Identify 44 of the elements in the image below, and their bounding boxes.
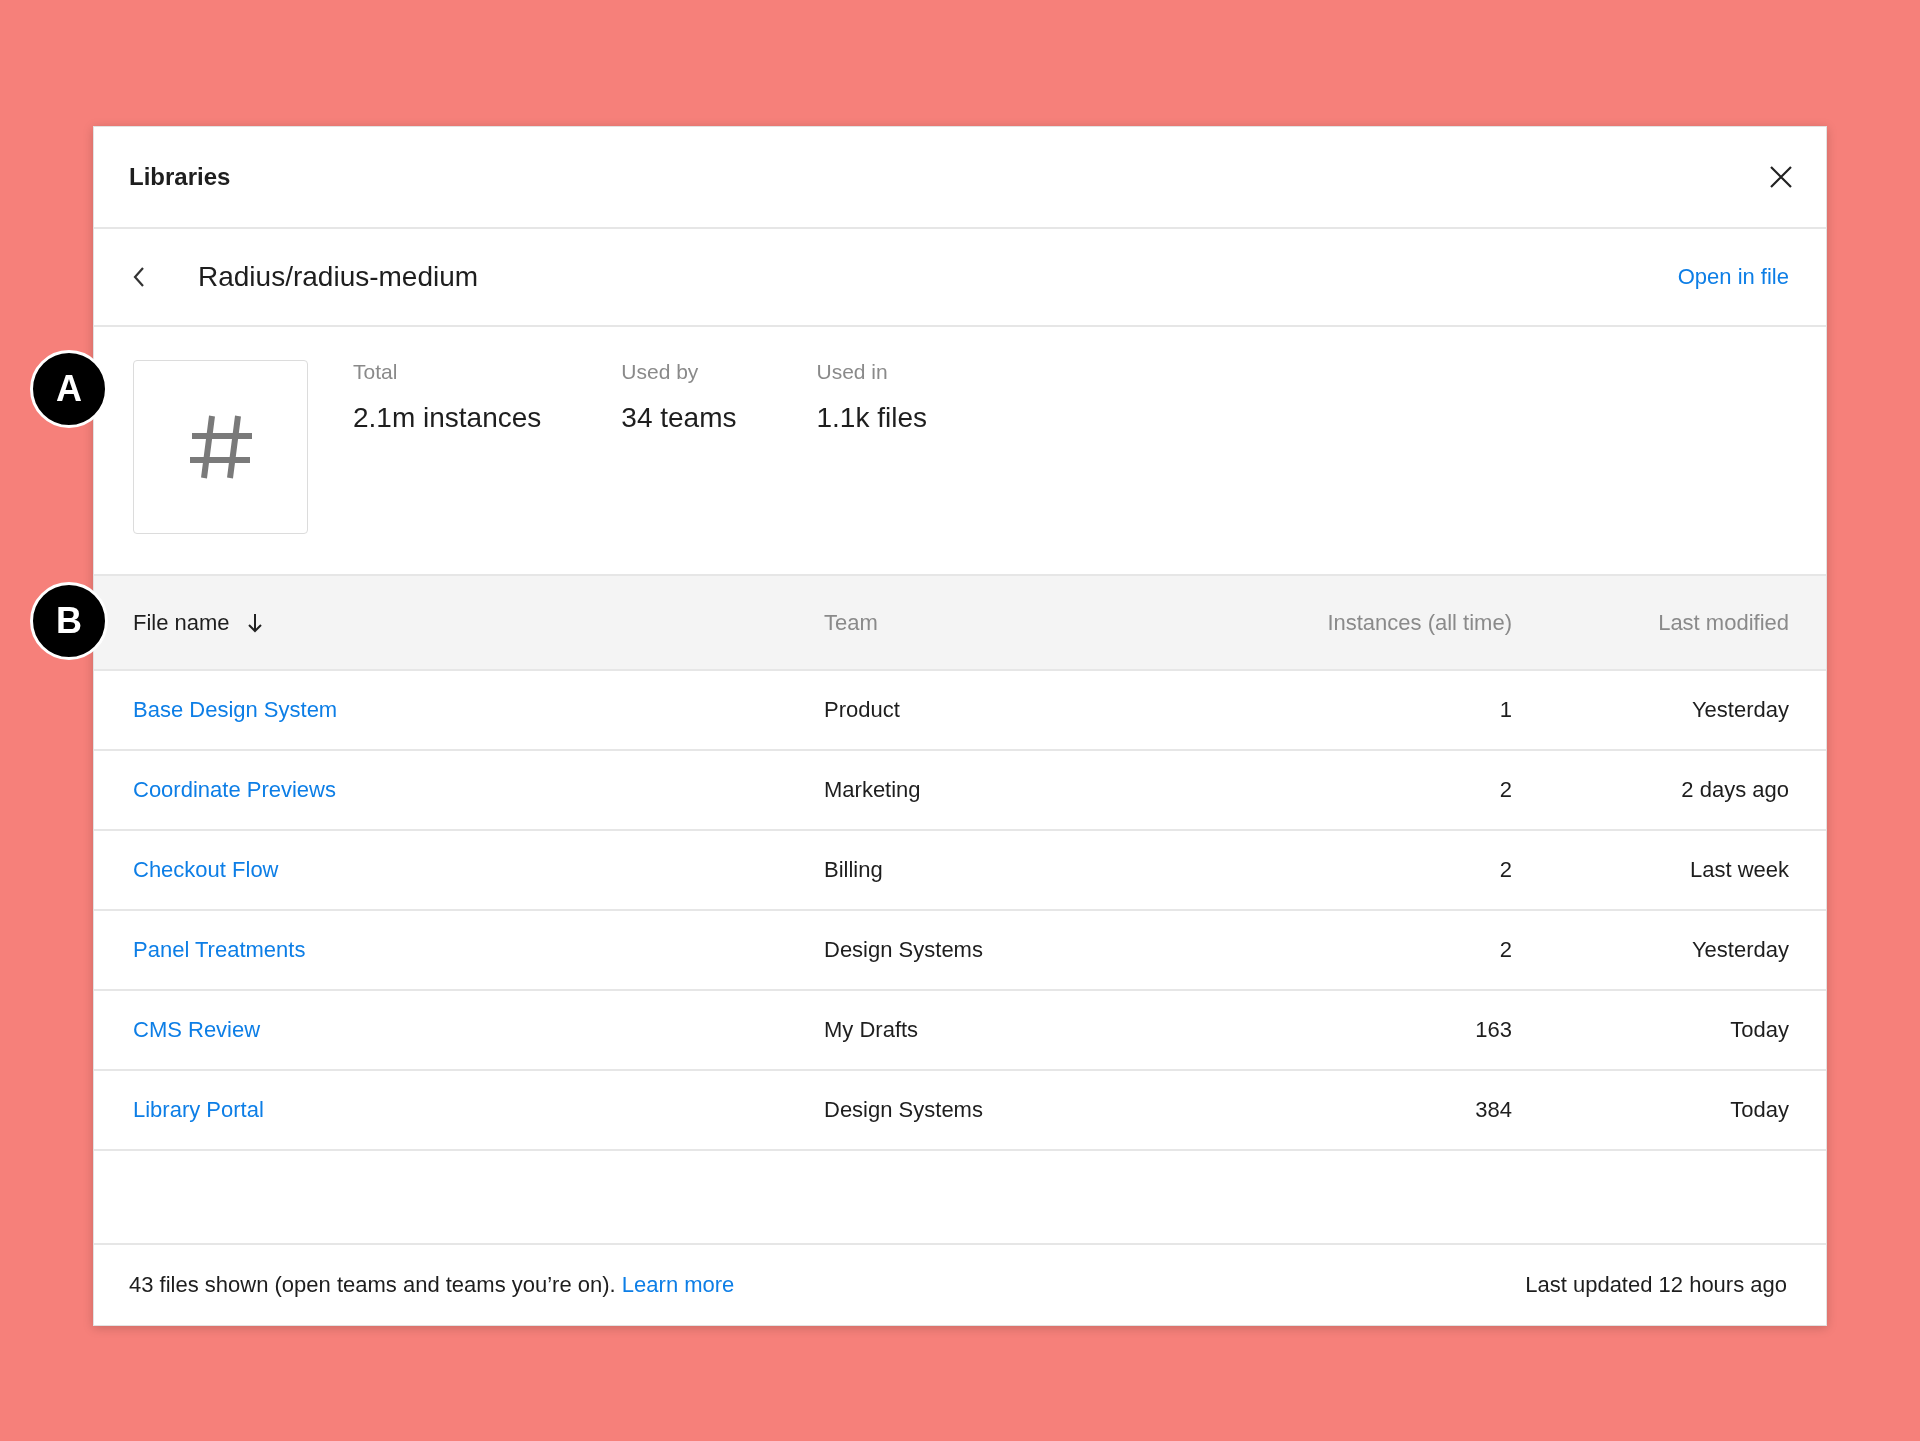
last-updated-text: Last updated 12 hours ago [1525, 1272, 1787, 1298]
stat-label: Total [353, 360, 399, 384]
stat-value: 2.1m instances [353, 402, 542, 434]
modified-cell: Last week [1689, 857, 1789, 882]
instances-cell: 2 [1499, 937, 1512, 962]
file-link[interactable]: CMS Review [133, 1017, 261, 1042]
style-name: Radius/radius-medium [198, 261, 480, 293]
stat-value: 1.1k files [816, 402, 927, 434]
close-icon[interactable] [1768, 164, 1794, 190]
open-in-file-link[interactable]: Open in file [1677, 264, 1789, 290]
file-link[interactable]: Checkout Flow [133, 857, 279, 882]
file-link[interactable]: Library Portal [133, 1097, 264, 1122]
learn-more-link[interactable]: Learn more [621, 1272, 735, 1297]
modified-cell: 2 days ago [1681, 777, 1789, 802]
instances-cell: 2 [1499, 777, 1512, 802]
instances-cell: 1 [1499, 697, 1512, 722]
modified-cell: Yesterday [1691, 937, 1789, 962]
instances-cell: 163 [1475, 1017, 1512, 1042]
modified-cell: Today [1730, 1097, 1789, 1122]
file-link[interactable]: Panel Treatments [133, 937, 306, 962]
modified-cell: Today [1730, 1017, 1789, 1042]
dialog-title: Libraries [129, 163, 231, 191]
team-cell: Billing [824, 857, 883, 882]
modified-cell: Yesterday [1691, 697, 1789, 722]
instances-cell: 384 [1475, 1097, 1512, 1122]
team-cell: Design Systems [824, 937, 983, 962]
stat-value: 34 teams [621, 402, 737, 434]
file-link[interactable]: Coordinate Previews [133, 777, 336, 802]
column-header[interactable]: File name [133, 609, 230, 636]
footer-note: 43 files shown (open teams and teams you’re on). Learn more [129, 1272, 735, 1298]
column-header[interactable]: Last modified [1658, 609, 1789, 635]
column-header[interactable]: Instances (all time) [1327, 609, 1512, 635]
annotation-marker: B [30, 582, 108, 660]
stat-label: Used by [621, 360, 700, 384]
column-header[interactable]: Team [824, 609, 878, 635]
annotation-marker: A [30, 350, 108, 428]
team-cell: Design Systems [824, 1097, 983, 1122]
team-cell: My Drafts [824, 1017, 919, 1042]
team-cell: Product [824, 697, 900, 722]
file-link[interactable]: Base Design System [133, 697, 338, 722]
sort-arrow-icon[interactable] [247, 611, 262, 634]
instances-cell: 2 [1499, 857, 1512, 882]
team-cell: Marketing [824, 777, 921, 802]
stat-label: Used in [816, 360, 889, 384]
